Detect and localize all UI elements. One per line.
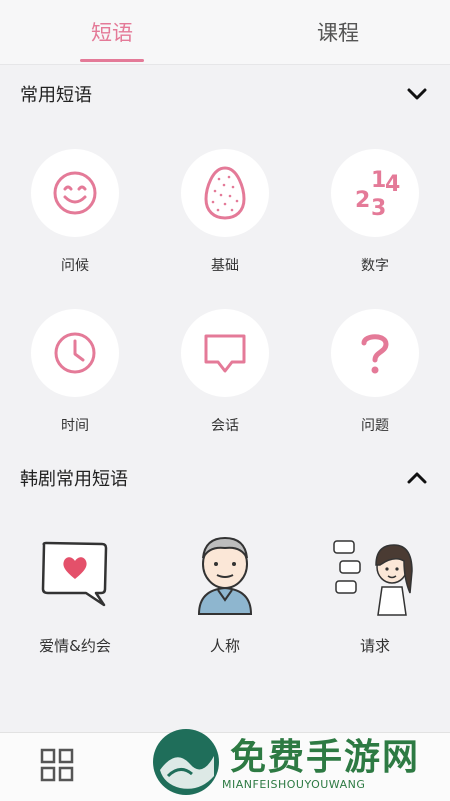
svg-text:4: 4: [385, 172, 400, 197]
clock-icon: [31, 309, 119, 397]
chat-bubble-icon: [181, 309, 269, 397]
phrase-category-conversation[interactable]: 会话: [165, 309, 285, 435]
watermark-subtext: MIANFEISHOUYOUWANG: [222, 778, 366, 791]
category-label: 问候: [61, 258, 89, 274]
korean-drama-phrases-header[interactable]: 韩剧常用短语: [0, 450, 450, 506]
drama-category-love-dating[interactable]: 爱情&约会: [10, 529, 140, 656]
phrase-category-greeting[interactable]: 问候: [15, 149, 135, 275]
phrase-category-time[interactable]: 时间: [15, 309, 135, 435]
smile-icon: [31, 149, 119, 237]
phrase-category-basics[interactable]: 基础: [165, 149, 285, 275]
watermark: 免费手游网 MIANFEISHOUYOUWANG: [150, 726, 450, 800]
category-label: 爱情&约会: [39, 637, 111, 655]
svg-text:2: 2: [355, 188, 370, 213]
common-phrases-header[interactable]: 常用短语: [0, 66, 450, 122]
drama-category-pronouns[interactable]: 人称: [160, 529, 290, 656]
section-title: 常用短语: [20, 85, 92, 106]
top-tab-bar: 短语 课程: [0, 0, 450, 65]
egg-icon: [181, 149, 269, 237]
chevron-up-icon[interactable]: [406, 467, 428, 489]
person-illustration-icon: [180, 529, 270, 619]
category-label: 数字: [361, 258, 389, 274]
phrase-category-questions[interactable]: 问题: [315, 309, 435, 435]
svg-text:3: 3: [371, 196, 386, 221]
category-label: 时间: [61, 418, 89, 434]
phrase-category-numbers[interactable]: 1 4 2 3 数字: [315, 149, 435, 275]
watermark-text: 免费手游网: [230, 736, 421, 778]
category-label: 问题: [361, 418, 389, 434]
tab-courses[interactable]: 课程: [278, 0, 398, 64]
numbers-icon: 1 4 2 3: [331, 149, 419, 237]
girl-illustration-icon: [330, 529, 420, 619]
category-label: 基础: [211, 258, 239, 274]
category-label: 会话: [211, 418, 239, 434]
drama-category-requests[interactable]: 请求: [310, 529, 440, 656]
chevron-down-icon[interactable]: [406, 83, 428, 105]
watermark-logo-icon: [153, 729, 219, 795]
section-title: 韩剧常用短语: [20, 469, 128, 490]
grid-menu-icon[interactable]: [40, 748, 74, 786]
category-label: 人称: [209, 637, 240, 655]
category-label: 请求: [359, 637, 390, 655]
question-icon: [331, 309, 419, 397]
tab-phrases[interactable]: 短语: [52, 0, 172, 64]
heart-bubble-icon: [30, 529, 120, 619]
